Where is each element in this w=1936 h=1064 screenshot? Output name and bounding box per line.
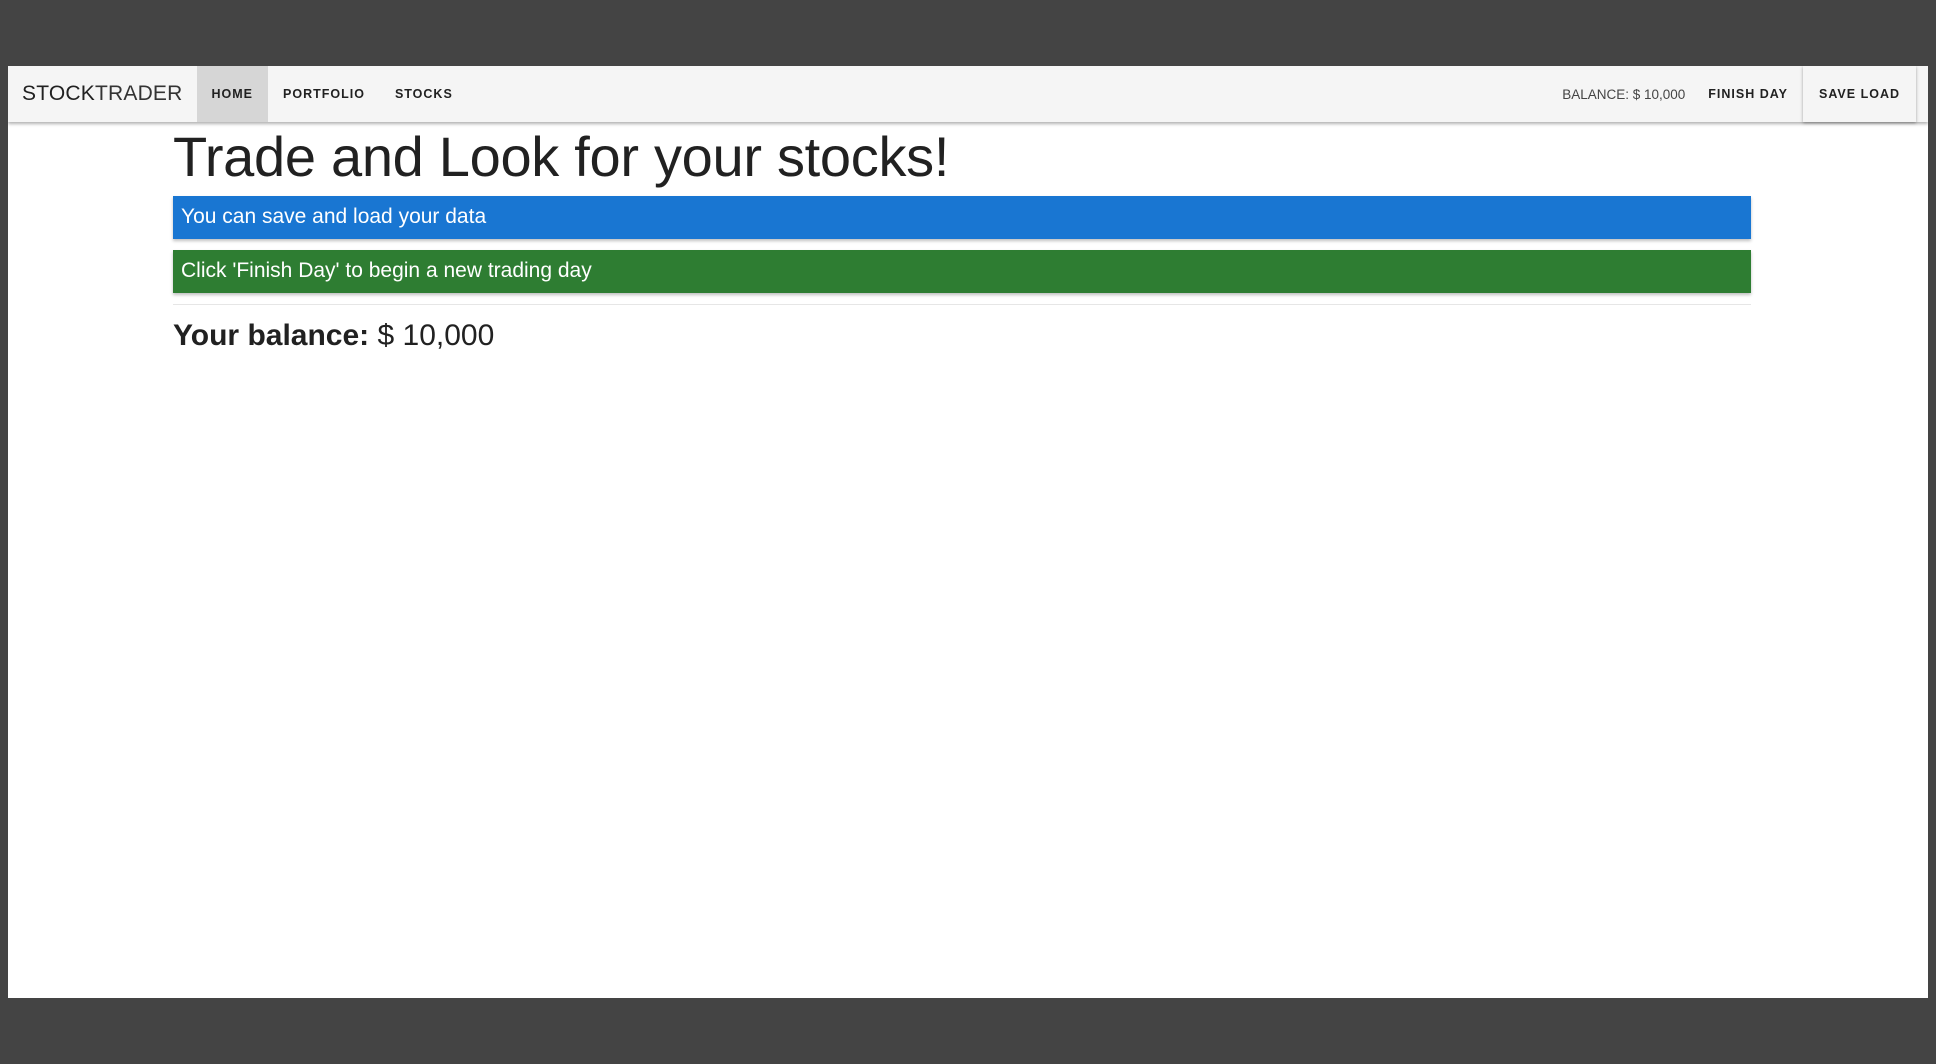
main-content: Trade and Look for your stocks! You can … [173,122,1751,353]
brand-logo[interactable]: STOCK TRADER [8,66,197,122]
app-window: STOCK TRADER HOME PORTFOLIO STOCKS BALANC… [8,66,1928,998]
brand-light-text: TRADER [94,82,183,105]
divider [173,303,1751,305]
info-alert-finish-day: Click 'Finish Day' to begin a new tradin… [173,249,1751,293]
info-alert-text: Click 'Finish Day' to begin a new tradin… [181,259,592,283]
nav-link-stocks[interactable]: STOCKS [380,66,468,122]
finish-day-button[interactable]: FINISH DAY [1693,66,1803,122]
balance-label: Your balance: [173,318,370,352]
balance-value: $ 10,000 [377,318,495,352]
navbar-balance: BALANCE: $ 10,000 [1562,86,1686,102]
nav-link-home[interactable]: HOME [196,66,269,122]
balance-summary: Your balance: $ 10,000 [173,319,1751,353]
save-load-dropdown[interactable]: SAVE LOAD [1803,66,1916,122]
page-title: Trade and Look for your stocks! [173,125,950,188]
nav-links: HOME PORTFOLIO STOCKS [196,66,468,122]
nav-right: BALANCE: $ 10,000 FINISH DAY SAVE LOAD [1562,66,1928,122]
info-alert-save-load: You can save and load your data [173,195,1751,239]
top-navbar: STOCK TRADER HOME PORTFOLIO STOCKS BALANC… [8,66,1928,122]
nav-link-portfolio[interactable]: PORTFOLIO [268,66,380,122]
brand-strong-text: STOCK [22,82,95,105]
info-alert-text: You can save and load your data [181,205,487,229]
